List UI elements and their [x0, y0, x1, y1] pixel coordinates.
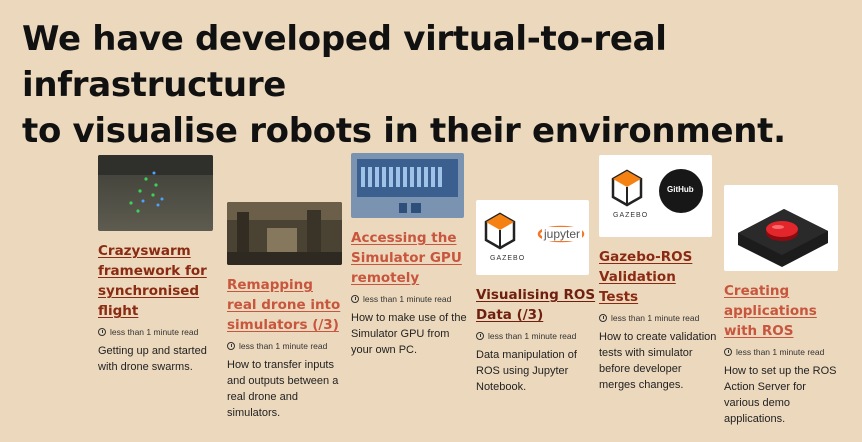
clock-icon [98, 328, 106, 336]
gazebo-logo-text: GAZEBO [613, 212, 649, 219]
gazebo-logo-text: GAZEBO [490, 255, 526, 262]
post-excerpt: How to transfer inputs and outputs betwe… [227, 359, 339, 419]
clock-icon [476, 332, 484, 340]
post-title-link[interactable]: Crazyswarm framework for synchronised fl… [98, 241, 218, 321]
gazebo-jupyter-thumbnail[interactable]: GAZEBO jupyter [476, 200, 589, 275]
read-time-label: less than 1 minute read [110, 327, 199, 337]
page-headline: We have developed virtual-to-real infras… [22, 16, 862, 154]
post-excerpt: How to create validation tests with simu… [599, 331, 717, 391]
red-button-thumbnail[interactable] [724, 185, 838, 271]
post-card-ros-applications: Creating applications with ROS less than… [724, 185, 844, 427]
post-card-crazyswarm: Crazyswarm framework for synchronised fl… [98, 155, 218, 375]
post-excerpt: Getting up and started with drone swarms… [98, 345, 207, 373]
read-time: less than 1 minute read [599, 313, 719, 323]
post-title-link[interactable]: Creating applications with ROS [724, 281, 844, 341]
post-card-visualising-ros: GAZEBO jupyter Visualising ROS Data (/3)… [476, 200, 596, 395]
read-time: less than 1 minute read [98, 327, 218, 337]
read-time-label: less than 1 minute read [239, 341, 328, 351]
simulator-thumbnail[interactable] [227, 202, 342, 265]
github-logo-text: GitHub [667, 185, 694, 194]
clock-icon [227, 342, 235, 350]
read-time-label: less than 1 minute read [611, 313, 700, 323]
post-title-link[interactable]: Gazebo-ROS Validation Tests [599, 247, 719, 307]
headline-line-2: to visualise robots in their environment… [22, 111, 786, 151]
post-card-simulator-gpu: Accessing the Simulator GPU remotely les… [351, 153, 471, 358]
post-excerpt: How to make use of the Simulator GPU fro… [351, 312, 467, 356]
headline-line-1: We have developed virtual-to-real infras… [22, 19, 667, 105]
post-excerpt: How to set up the ROS Action Server for … [724, 365, 837, 425]
post-title-link[interactable]: Accessing the Simulator GPU remotely [351, 228, 471, 288]
post-title-link[interactable]: Visualising ROS Data (/3) [476, 285, 596, 325]
post-excerpt: Data manipulation of ROS using Jupyter N… [476, 349, 577, 393]
jupyter-logo-text: jupyter [542, 227, 583, 241]
read-time-label: less than 1 minute read [736, 347, 825, 357]
gazebo-logo-icon [484, 212, 516, 250]
clock-icon [724, 348, 732, 356]
read-time: less than 1 minute read [724, 347, 844, 357]
post-title-link[interactable]: Remapping real drone into simulators (/3… [227, 275, 347, 335]
read-time-label: less than 1 minute read [363, 294, 452, 304]
clock-icon [351, 295, 359, 303]
read-time: less than 1 minute read [351, 294, 471, 304]
gazebo-github-thumbnail[interactable]: GAZEBO GitHub [599, 155, 712, 237]
drone-swarm-thumbnail[interactable] [98, 155, 213, 231]
gazebo-logo-icon [611, 169, 643, 207]
gpu-server-thumbnail[interactable] [351, 153, 464, 218]
read-time: less than 1 minute read [227, 341, 347, 351]
post-card-remapping: Remapping real drone into simulators (/3… [227, 202, 347, 421]
post-card-gazebo-ros: GAZEBO GitHub Gazebo-ROS Validation Test… [599, 155, 719, 393]
read-time-label: less than 1 minute read [488, 331, 577, 341]
clock-icon [599, 314, 607, 322]
read-time: less than 1 minute read [476, 331, 596, 341]
